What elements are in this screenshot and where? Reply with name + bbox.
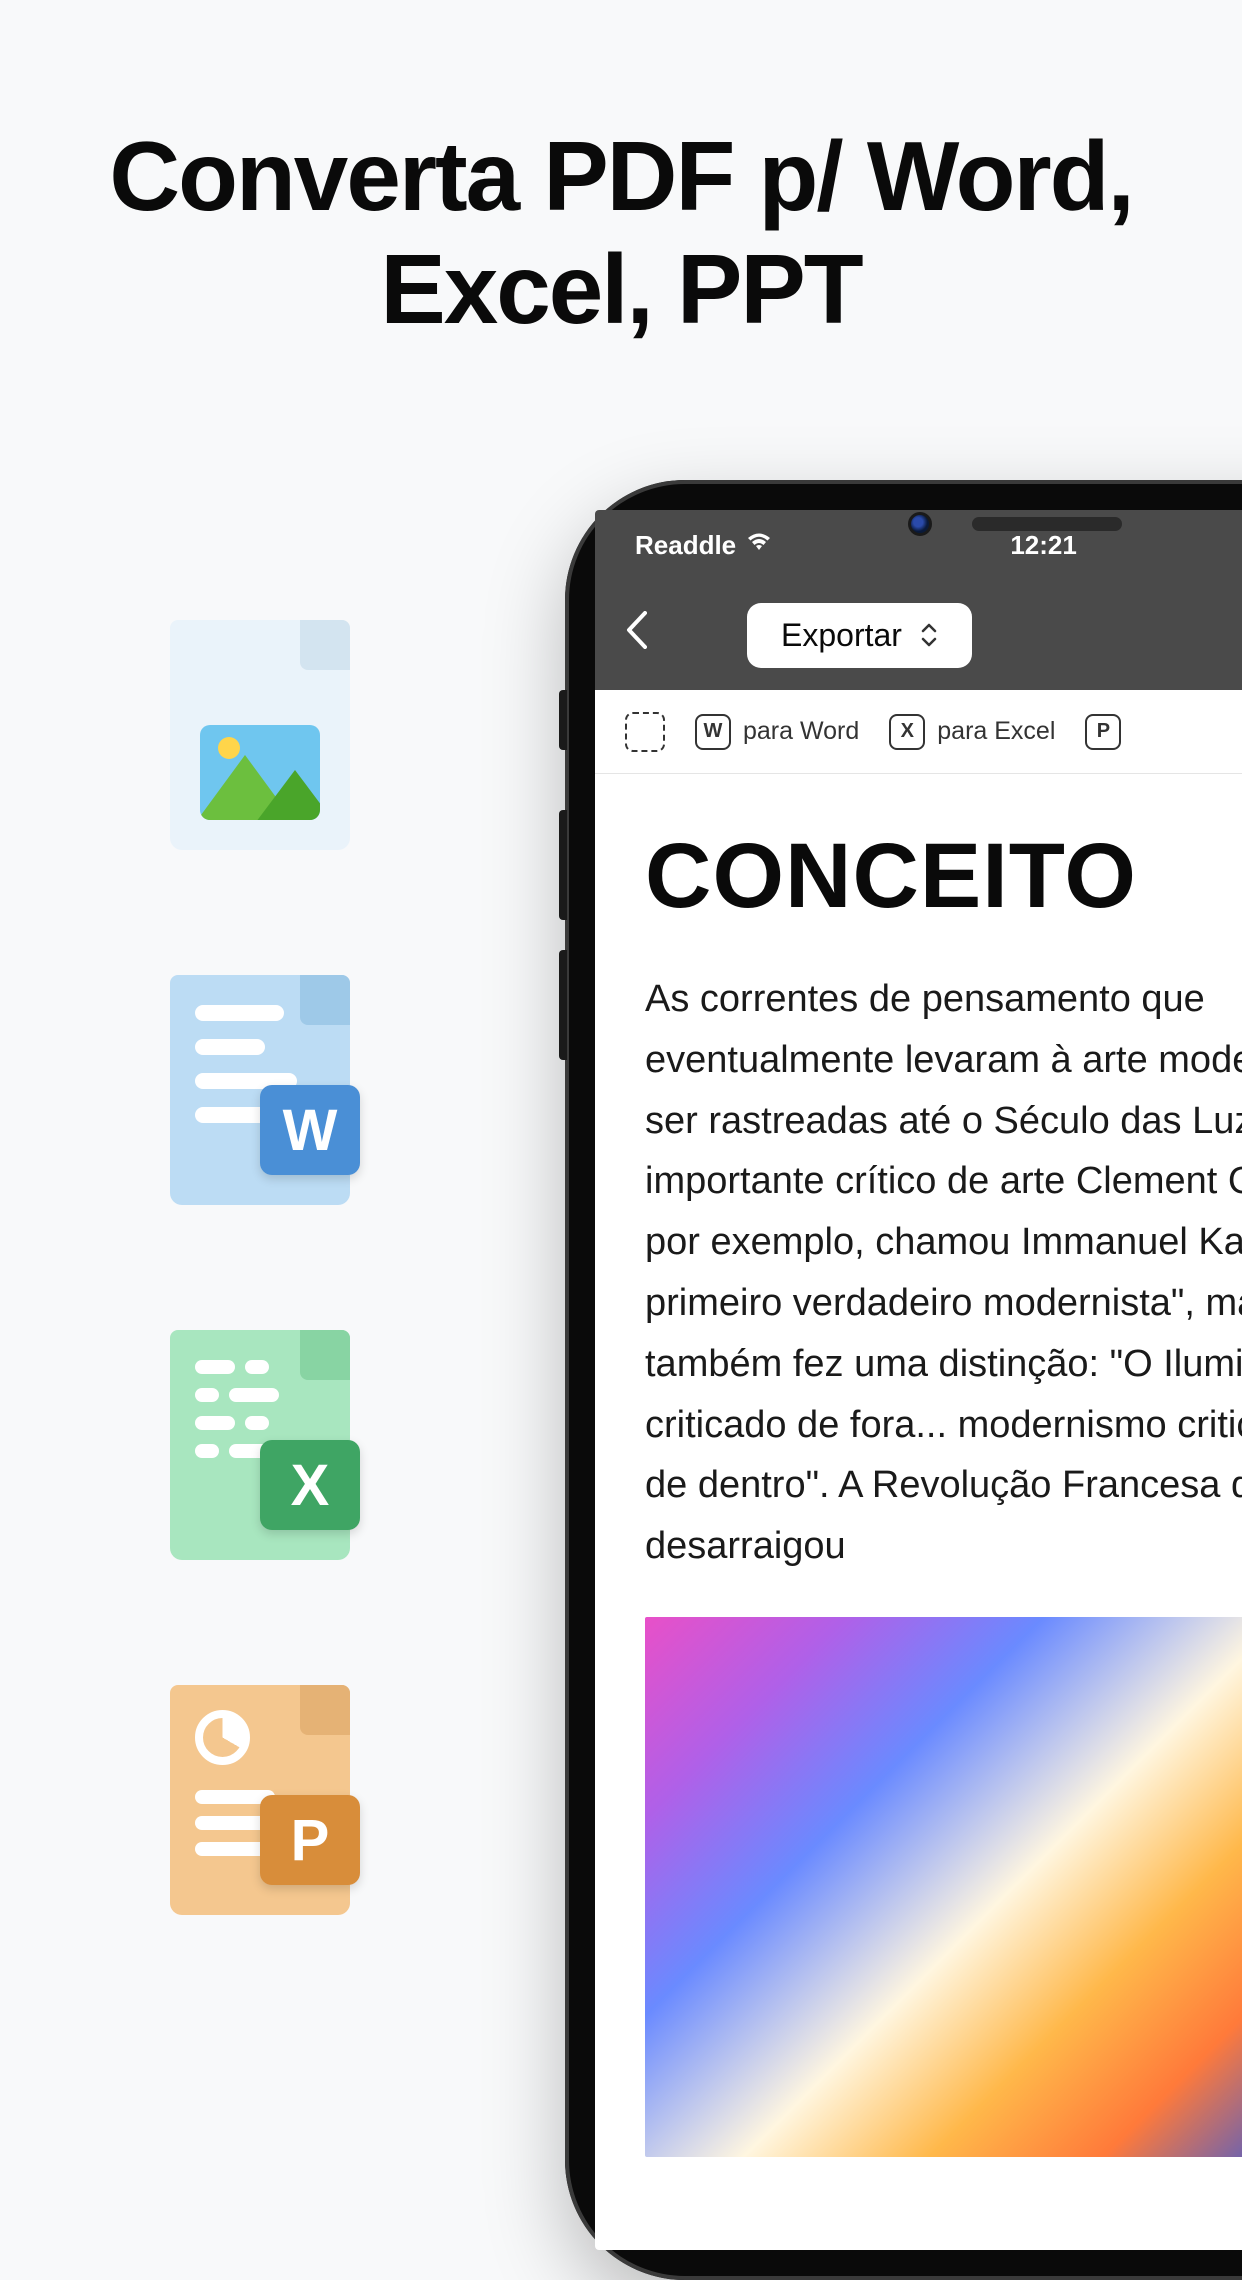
export-excel-label: para Excel <box>937 717 1055 746</box>
phone-mockup: Readdle 12:21 Exportar W <box>565 480 1242 2280</box>
speaker-grille <box>972 517 1122 531</box>
export-ppt-button[interactable]: P <box>1085 714 1121 750</box>
powerpoint-file-icon: P <box>170 1685 350 1915</box>
back-button[interactable] <box>625 610 647 660</box>
selection-tool-icon[interactable] <box>625 712 665 752</box>
word-badge-icon: W <box>695 714 731 750</box>
excel-file-icon: X <box>170 1330 350 1560</box>
excel-badge-icon: X <box>889 714 925 750</box>
export-toolbar: W para Word X para Excel P <box>595 690 1242 774</box>
chevron-up-down-icon <box>920 622 938 648</box>
nav-bar: Exportar <box>595 580 1242 690</box>
document-image <box>645 1617 1242 2157</box>
export-word-button[interactable]: W para Word <box>695 714 859 750</box>
export-excel-button[interactable]: X para Excel <box>889 714 1055 750</box>
export-label: Exportar <box>781 617 902 654</box>
phone-notch <box>908 512 1122 536</box>
carrier-label: Readdle <box>635 530 736 561</box>
marketing-headline: Converta PDF p/ Word, Excel, PPT <box>0 120 1242 345</box>
document-body: As correntes de pensamento que eventualm… <box>645 969 1242 1577</box>
document-title: CONCEITO <box>645 824 1242 929</box>
word-file-icon: W <box>170 975 350 1205</box>
export-dropdown[interactable]: Exportar <box>747 603 972 668</box>
image-file-icon <box>170 620 350 850</box>
ppt-badge-icon: P <box>1085 714 1121 750</box>
wifi-icon <box>746 531 772 559</box>
export-word-label: para Word <box>743 717 859 746</box>
document-preview: CONCEITO As correntes de pensamento que … <box>595 774 1242 2157</box>
file-type-icons: W X P <box>170 620 350 1915</box>
camera-icon <box>908 512 932 536</box>
